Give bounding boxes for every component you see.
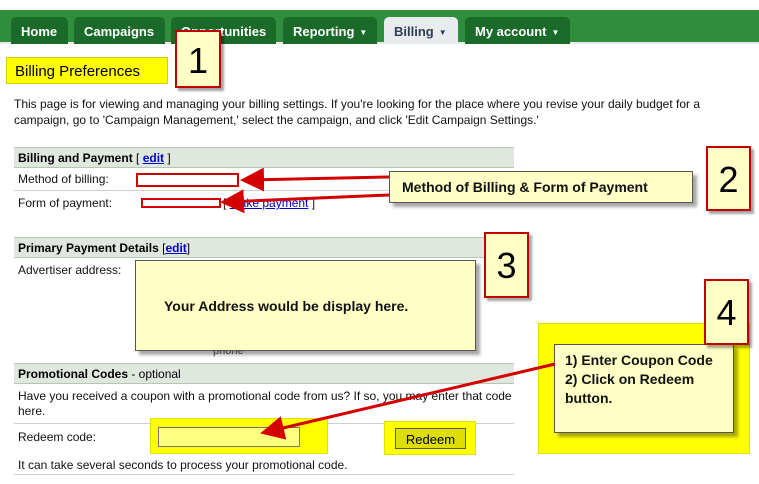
arrow-to-redeem xyxy=(260,362,556,440)
annotation-arrows xyxy=(220,167,556,440)
arrow-to-form xyxy=(220,189,390,214)
arrow-to-method xyxy=(240,167,390,192)
